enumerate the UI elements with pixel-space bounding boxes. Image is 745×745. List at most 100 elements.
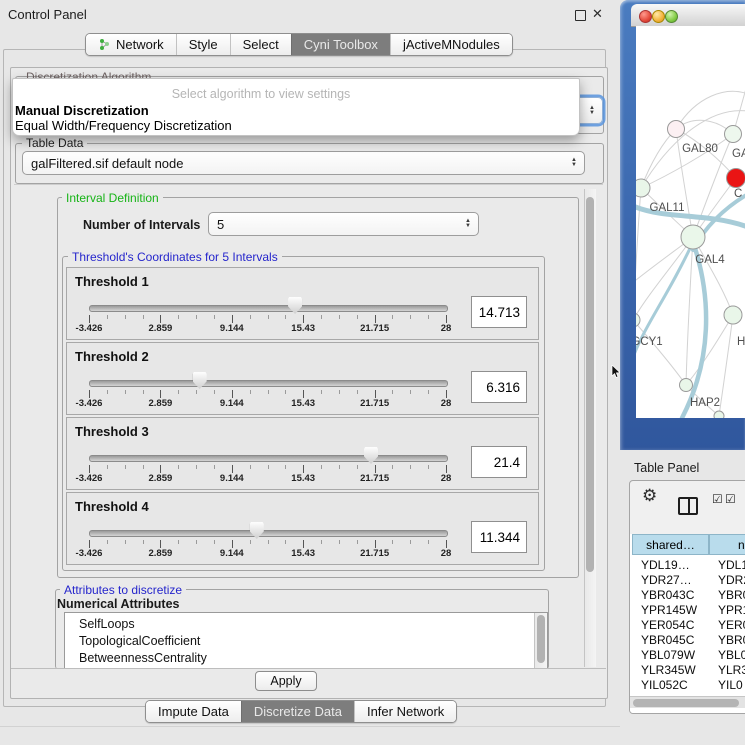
network-node[interactable]	[636, 179, 650, 197]
threshold-label: Threshold 3	[75, 424, 149, 439]
threshold-coordinates-title: Threshold's Coordinates for 5 Intervals	[68, 250, 282, 264]
table-row[interactable]: YLR345WYLR3	[630, 663, 745, 678]
network-canvas[interactable]: GAL80GACGAL11GAL4GCY1HHAP2	[636, 26, 745, 418]
network-node[interactable]	[636, 313, 640, 327]
attribute-item[interactable]: TopologicalCoefficient	[65, 633, 547, 650]
tab-impute-data[interactable]: Impute Data	[146, 701, 241, 722]
threshold-label: Threshold 4	[75, 499, 149, 514]
slider-tick-labels: -3.4262.8599.14415.4321.71528	[89, 323, 446, 335]
columns-icon[interactable]	[678, 497, 698, 515]
attributes-scrollbar-thumb[interactable]	[537, 615, 545, 663]
close-window-icon[interactable]	[639, 10, 652, 23]
table-data-group-title: Table Data	[22, 136, 87, 150]
attributes-list[interactable]: SelfLoopsTopologicalCoefficientBetweenne…	[64, 612, 548, 669]
slider-track[interactable]	[89, 380, 448, 387]
cell-shared-name: YIL052C	[641, 678, 688, 693]
zoom-window-icon[interactable]	[665, 10, 678, 23]
settings-scrollbar[interactable]	[584, 189, 596, 667]
network-icon	[98, 38, 111, 51]
slider-ticks	[89, 314, 446, 323]
network-view-window[interactable]: GAL80GACGAL11GAL4GCY1HHAP2	[620, 0, 745, 450]
cyni-mode-tabbar: Impute Data Discretize Data Infer Network	[145, 700, 457, 723]
network-edge[interactable]	[636, 237, 693, 320]
network-edge[interactable]	[686, 315, 733, 385]
minimize-window-icon[interactable]	[652, 10, 665, 23]
apply-button[interactable]: Apply	[255, 671, 317, 691]
intervals-combo[interactable]: 5 ▲▼	[208, 212, 479, 236]
viewport-top-line	[14, 184, 603, 185]
table-hscrollbar-thumb[interactable]	[633, 699, 739, 707]
tab-infer-network[interactable]: Infer Network	[354, 701, 456, 722]
attributes-scrollbar[interactable]	[534, 613, 547, 668]
attributes-group-title: Attributes to discretize	[60, 583, 186, 597]
network-node[interactable]	[724, 306, 742, 324]
tab-label: Impute Data	[158, 701, 229, 722]
table-row[interactable]: YBR043CYBR0	[630, 588, 745, 603]
tab-cyni-toolbox[interactable]: Cyni Toolbox	[291, 34, 390, 55]
slider-track[interactable]	[89, 530, 448, 537]
close-panel-icon[interactable]: ✕	[592, 6, 603, 22]
table-row[interactable]: YER054CYER0	[630, 618, 745, 633]
settings-scrollbar-thumb[interactable]	[586, 197, 594, 572]
network-window-titlebar[interactable]	[631, 4, 745, 27]
network-node-label: GAL4	[695, 254, 725, 266]
table-row[interactable]: YBL079WYBL0	[630, 648, 745, 663]
table-row[interactable]: YDR27…YDR2	[630, 573, 745, 588]
intervals-value: 5	[217, 217, 224, 232]
network-node[interactable]	[725, 126, 742, 143]
network-edge[interactable]	[693, 237, 733, 315]
column-header-name[interactable]: na	[709, 534, 745, 555]
table-hscrollbar[interactable]	[630, 696, 745, 708]
network-edge[interactable]	[719, 315, 733, 416]
table-row[interactable]: YDL19…YDL1	[630, 558, 745, 573]
tab-label: Discretize Data	[254, 701, 342, 722]
threshold-value-input[interactable]: 6.316	[471, 371, 527, 403]
algorithm-option-equal-width-frequency-discretization[interactable]: Equal Width/Frequency Discretization	[15, 118, 232, 133]
cell-shared-name: YDR27…	[641, 573, 692, 588]
tab-select[interactable]: Select	[230, 34, 291, 55]
table-row[interactable]: YIL052CYIL0	[630, 678, 745, 693]
attribute-item[interactable]: BetweennessCentrality	[65, 650, 547, 667]
tab-style[interactable]: Style	[176, 34, 230, 55]
network-node[interactable]	[681, 225, 705, 249]
slider-tick-labels: -3.4262.8599.14415.4321.71528	[89, 548, 446, 560]
spinner-arrows-icon: ▲▼	[589, 106, 595, 116]
network-node[interactable]	[668, 121, 685, 138]
numerical-attributes-label: Numerical Attributes	[57, 597, 179, 611]
threshold-value-input[interactable]: 11.344	[471, 521, 527, 553]
network-node[interactable]	[714, 411, 724, 418]
table-row[interactable]: YPR145WYPR1	[630, 603, 745, 618]
tab-label: Cyni Toolbox	[304, 34, 378, 55]
algorithm-option-manual-discretization[interactable]: Manual Discretization	[15, 103, 149, 118]
checkbox-icon[interactable]: ☑	[725, 492, 736, 506]
tab-network[interactable]: Network	[86, 34, 176, 55]
cell-shared-name: YBL079W	[641, 648, 695, 663]
threshold-value-input[interactable]: 14.713	[471, 296, 527, 328]
threshold-panel: Threshold 4 -3.4262.8599.14415.4321.71528…	[66, 492, 539, 565]
table-row[interactable]: YBR045CYBR0	[630, 633, 745, 648]
tab-discretize-data[interactable]: Discretize Data	[241, 701, 354, 722]
tab-label: Select	[243, 34, 279, 55]
tab-label: Infer Network	[367, 701, 444, 722]
attribute-item[interactable]: SelfLoops	[65, 616, 547, 633]
interval-definition-title: Interval Definition	[62, 191, 163, 205]
network-edge[interactable]	[676, 91, 745, 129]
table-data-combo[interactable]: galFiltered.sif default node ▲▼	[22, 151, 585, 175]
network-edge[interactable]	[686, 237, 693, 385]
float-panel-icon[interactable]	[575, 10, 586, 21]
slider-track[interactable]	[89, 305, 448, 312]
tab-jactivemnodules[interactable]: jActiveMNodules	[390, 34, 512, 55]
column-header-shared-name[interactable]: shared…	[632, 534, 709, 555]
node-table: shared… na YDL19…YDL1YDR27…YDR2YBR043CYB…	[630, 534, 745, 713]
network-edge[interactable]	[636, 320, 686, 385]
algorithm-placeholder: Select algorithm to view settings	[13, 87, 509, 101]
threshold-value-input[interactable]: 21.4	[471, 446, 527, 478]
network-node[interactable]	[727, 169, 745, 188]
slider-track[interactable]	[89, 455, 448, 462]
gear-icon[interactable]: ⚙	[642, 486, 657, 506]
network-node-label: GAL11	[650, 202, 685, 214]
network-node[interactable]	[680, 379, 693, 392]
checkbox-icon[interactable]: ☑	[712, 492, 723, 506]
cell-name: YER0	[718, 618, 745, 633]
application-root: Control Panel ✕ NetworkStyleSelectCyni T…	[0, 0, 745, 745]
